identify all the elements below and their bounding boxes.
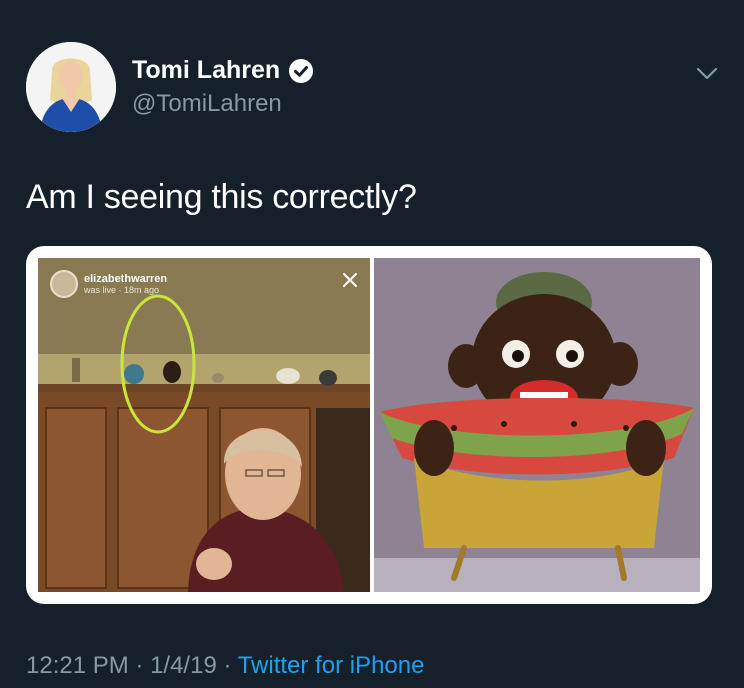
tweet-media[interactable]: elizabethwarren was live · 18m ago [26,246,712,604]
author-display-name[interactable]: Tomi Lahren [132,56,280,85]
meta-separator: · [216,652,238,679]
story-screenshot-image [38,258,370,592]
tweet-date[interactable]: 1/4/19 [150,652,217,679]
media-left-panel[interactable]: elizabethwarren was live · 18m ago [38,258,370,592]
tweet-text: Am I seeing this correctly? [26,178,417,216]
chevron-down-icon[interactable] [694,60,720,86]
tweet-header: Tomi Lahren @TomiLahren [26,42,726,134]
story-status: was live · 18m ago [84,285,160,295]
tweet-meta: 12:21 PM · 1/4/19 · Twitter for iPhone [26,652,424,680]
close-icon [342,272,358,288]
figurine-photo [374,258,700,592]
story-avatar [50,270,78,298]
author-avatar[interactable] [26,42,116,132]
tweet-source-link[interactable]: Twitter for iPhone [238,652,425,679]
verified-badge-icon [288,58,314,84]
meta-separator: · [128,652,151,679]
media-right-panel[interactable] [374,258,700,592]
avatar-photo [26,42,116,132]
story-header: elizabethwarren was live · 18m ago [50,270,167,298]
tweet-time: 12:21 PM [26,652,129,679]
story-meta: elizabethwarren was live · 18m ago [84,273,167,295]
author-handle[interactable]: @TomiLahren [132,90,282,118]
author-name-row[interactable]: Tomi Lahren [132,56,314,85]
story-username: elizabethwarren [84,273,168,285]
